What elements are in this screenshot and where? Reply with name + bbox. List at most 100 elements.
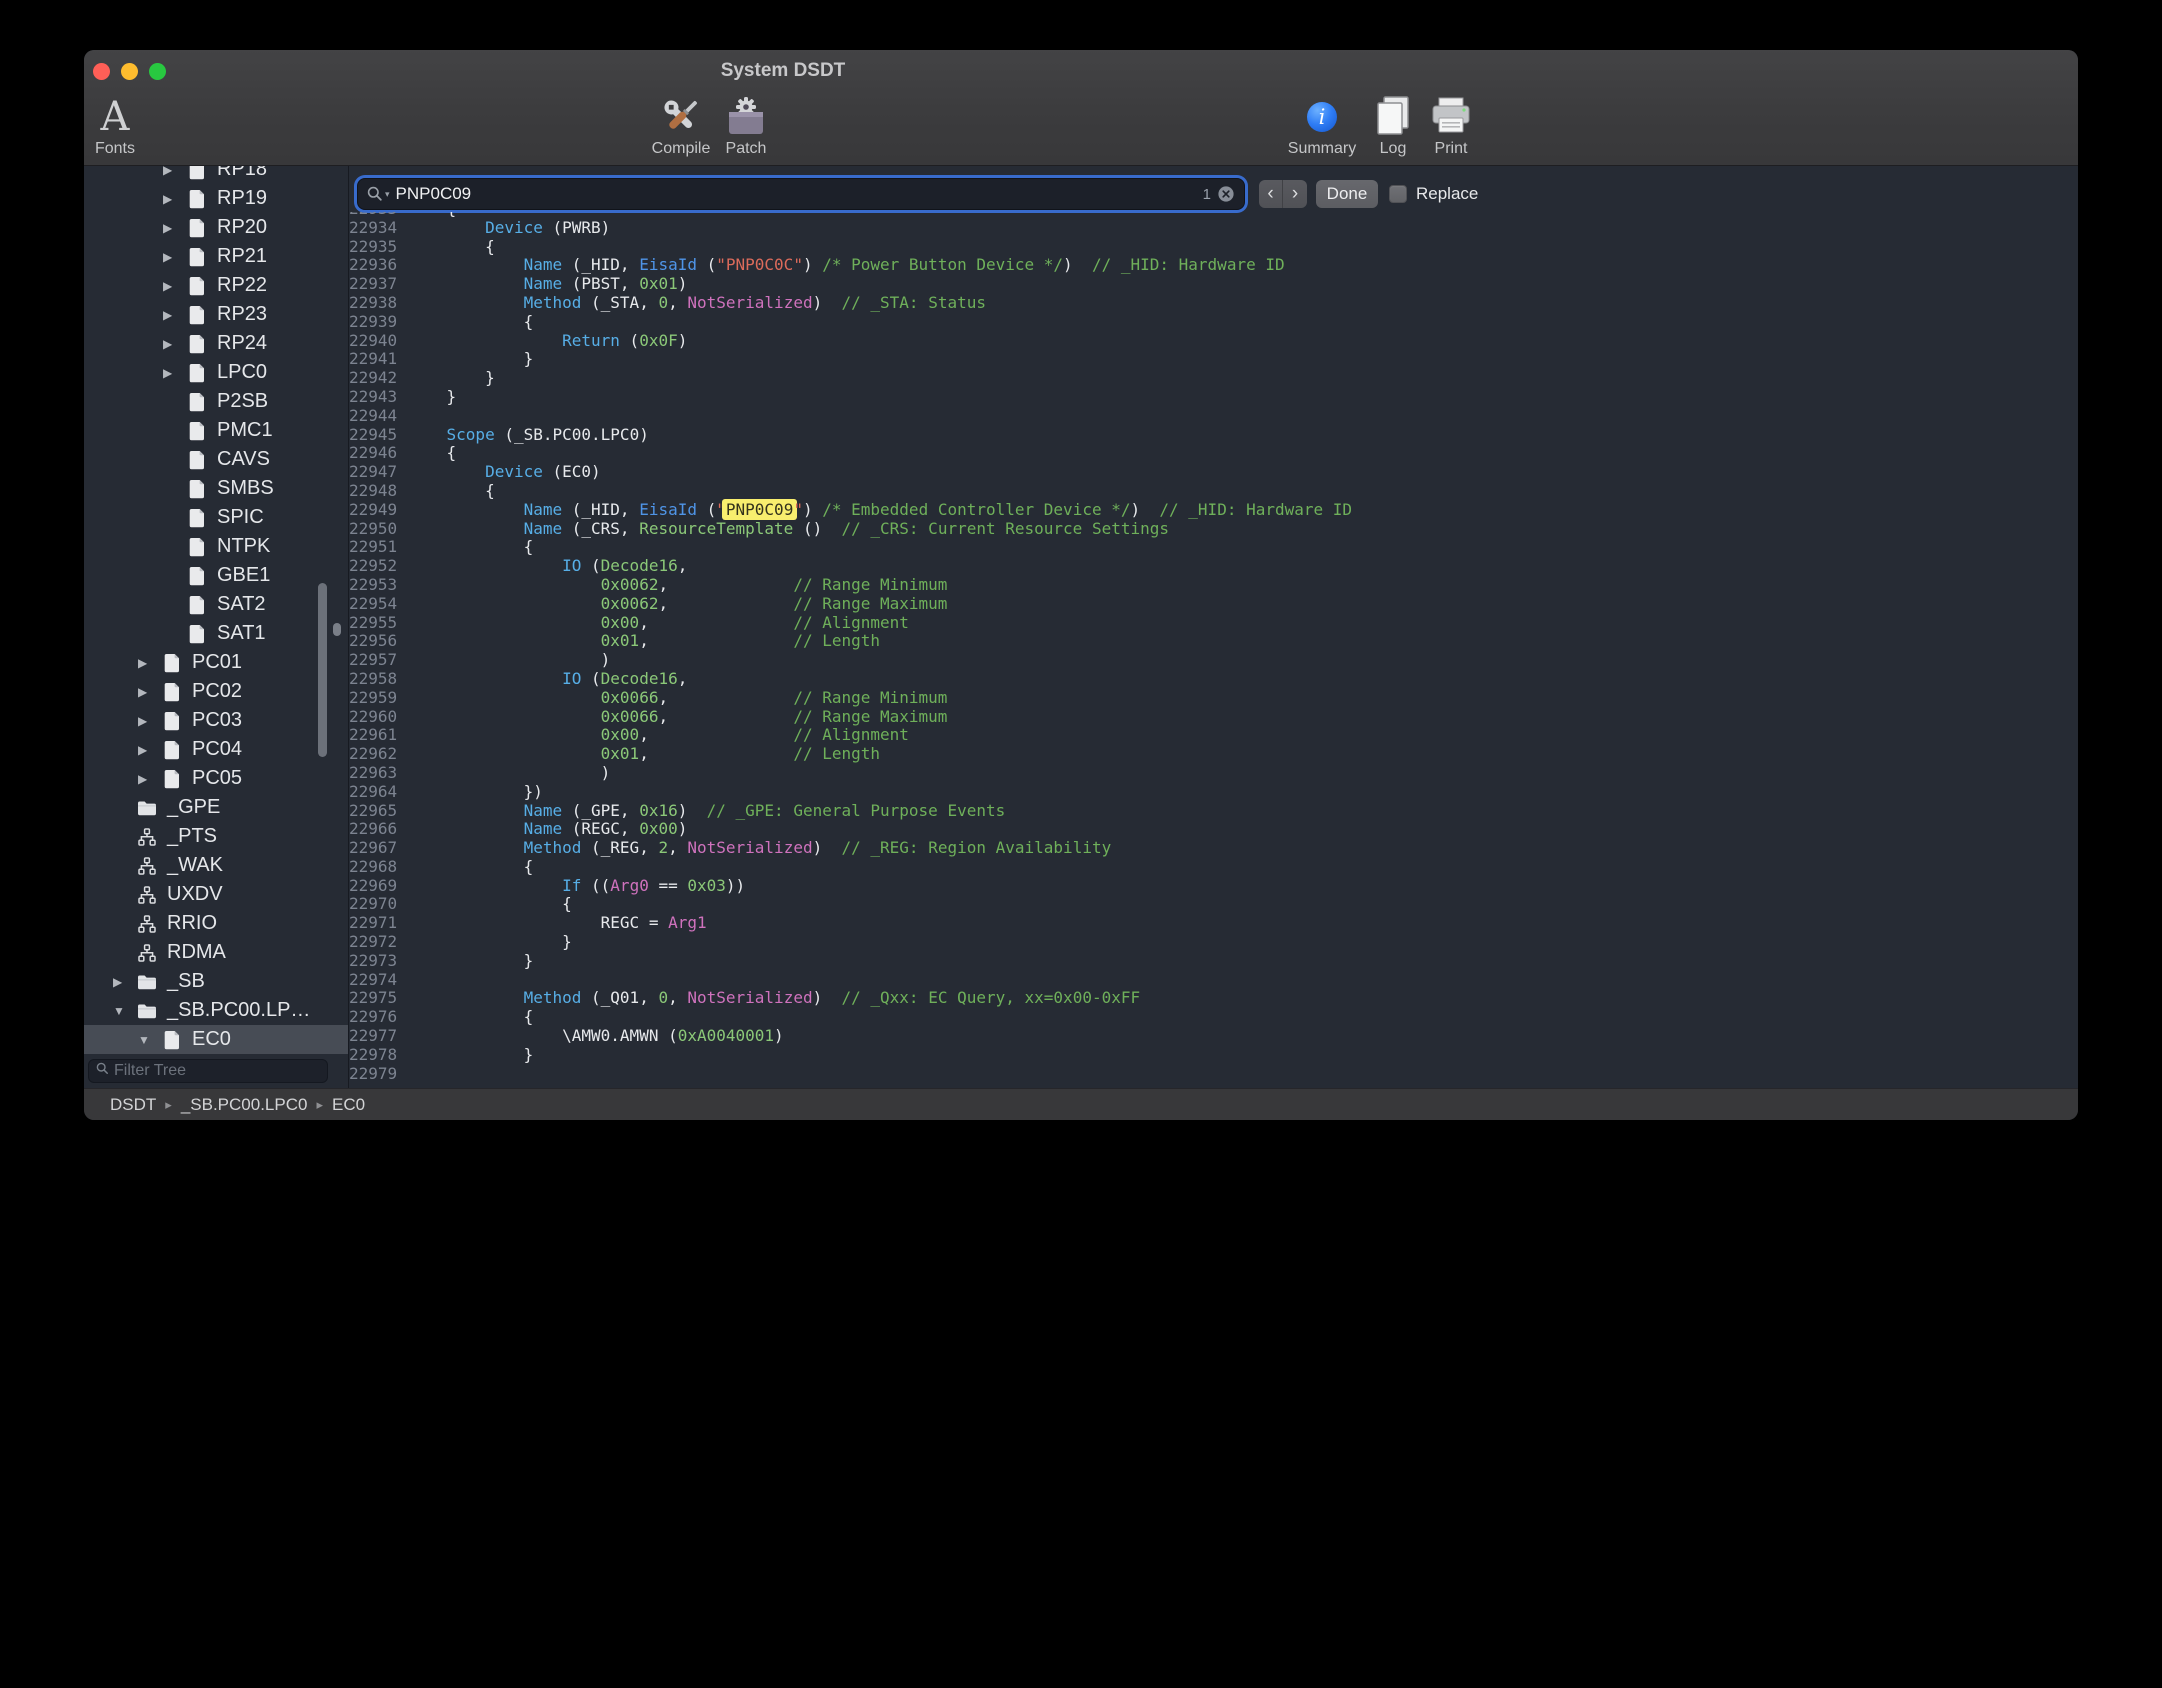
tree-item-EC0[interactable]: ▼EC0 bbox=[84, 1025, 348, 1054]
log-button[interactable]: Log bbox=[1365, 94, 1421, 158]
code-line[interactable]: 22941 } bbox=[349, 350, 2078, 369]
code-line[interactable]: 22954 0x0062, // Range Maximum bbox=[349, 595, 2078, 614]
breadcrumb-item[interactable]: EC0 bbox=[332, 1095, 365, 1115]
tree-item-SMBS[interactable]: SMBS bbox=[84, 474, 348, 503]
search-field[interactable]: ▾ 1 bbox=[358, 179, 1244, 209]
search-menu-icon[interactable]: ▾ bbox=[367, 186, 390, 202]
code-line[interactable]: 22979 bbox=[349, 1065, 2078, 1082]
code-line[interactable]: 22957 ) bbox=[349, 651, 2078, 670]
code-line[interactable]: 22958 IO (Decode16, bbox=[349, 670, 2078, 689]
tree-item-P2SB[interactable]: P2SB bbox=[84, 387, 348, 416]
tree-item-RP23[interactable]: ▶RP23 bbox=[84, 300, 348, 329]
code-line[interactable]: 22971 REGC = Arg1 bbox=[349, 914, 2078, 933]
code-line[interactable]: 22960 0x0066, // Range Maximum bbox=[349, 708, 2078, 727]
tree-item-RP18[interactable]: ▶RP18 bbox=[84, 166, 348, 184]
next-match-button[interactable]: › bbox=[1283, 180, 1307, 208]
code-line[interactable]: 22968 { bbox=[349, 858, 2078, 877]
disclosure-right-icon[interactable]: ▶ bbox=[135, 714, 157, 728]
code-line[interactable]: 22937 Name (PBST, 0x01) bbox=[349, 275, 2078, 294]
tree-item-PC05[interactable]: ▶PC05 bbox=[84, 764, 348, 793]
tree-item-PC01[interactable]: ▶PC01 bbox=[84, 648, 348, 677]
code-line[interactable]: 22946 { bbox=[349, 444, 2078, 463]
code-line[interactable]: 22947 Device (EC0) bbox=[349, 463, 2078, 482]
disclosure-down-icon[interactable]: ▼ bbox=[110, 1004, 132, 1018]
code-line[interactable]: 22934 Device (PWRB) bbox=[349, 219, 2078, 238]
disclosure-right-icon[interactable]: ▶ bbox=[135, 656, 157, 670]
tree-item-CAVS[interactable]: CAVS bbox=[84, 445, 348, 474]
replace-checkbox[interactable] bbox=[1389, 185, 1407, 203]
code-line[interactable]: 22963 ) bbox=[349, 764, 2078, 783]
tree-item-_WAK[interactable]: _WAK bbox=[84, 851, 348, 880]
disclosure-right-icon[interactable]: ▶ bbox=[160, 308, 182, 322]
disclosure-right-icon[interactable]: ▶ bbox=[160, 250, 182, 264]
disclosure-right-icon[interactable]: ▶ bbox=[160, 279, 182, 293]
splitter-handle[interactable] bbox=[333, 623, 341, 636]
tree-item-RP21[interactable]: ▶RP21 bbox=[84, 242, 348, 271]
code-line[interactable]: 22978 } bbox=[349, 1046, 2078, 1065]
code-line[interactable]: 22977 \AMW0.AMWN (0xA0040001) bbox=[349, 1027, 2078, 1046]
code-line[interactable]: 22955 0x00, // Alignment bbox=[349, 614, 2078, 633]
disclosure-right-icon[interactable]: ▶ bbox=[160, 366, 182, 380]
tree-item-_SB[interactable]: ▶_SB bbox=[84, 967, 348, 996]
filter-tree-input[interactable] bbox=[114, 1062, 320, 1080]
tree-item-PC04[interactable]: ▶PC04 bbox=[84, 735, 348, 764]
code-line[interactable]: 22961 0x00, // Alignment bbox=[349, 726, 2078, 745]
code-line[interactable]: 22974 bbox=[349, 971, 2078, 990]
code-line[interactable]: 22969 If ((Arg0 == 0x03)) bbox=[349, 877, 2078, 896]
print-button[interactable]: Print bbox=[1423, 94, 1479, 158]
tree-item-PMC1[interactable]: PMC1 bbox=[84, 416, 348, 445]
code-line[interactable]: 22951 { bbox=[349, 538, 2078, 557]
disclosure-right-icon[interactable]: ▶ bbox=[135, 743, 157, 757]
tree-item-RRIO[interactable]: RRIO bbox=[84, 909, 348, 938]
code-line[interactable]: 22949 Name (_HID, EisaId ("PNP0C09") /* … bbox=[349, 501, 2078, 520]
tree-item-NTPK[interactable]: NTPK bbox=[84, 532, 348, 561]
code-line[interactable]: 22956 0x01, // Length bbox=[349, 632, 2078, 651]
code-line[interactable]: 22938 Method (_STA, 0, NotSerialized) //… bbox=[349, 294, 2078, 313]
tree-item-PC02[interactable]: ▶PC02 bbox=[84, 677, 348, 706]
code-line[interactable]: 22948 { bbox=[349, 482, 2078, 501]
minimize-button[interactable] bbox=[121, 63, 138, 80]
tree-item-RDMA[interactable]: RDMA bbox=[84, 938, 348, 967]
patch-button[interactable]: Patch bbox=[714, 94, 778, 158]
code-line[interactable]: 22970 { bbox=[349, 895, 2078, 914]
code-line[interactable]: 22953 0x0062, // Range Minimum bbox=[349, 576, 2078, 595]
disclosure-right-icon[interactable]: ▶ bbox=[160, 337, 182, 351]
code-line[interactable]: 22940 Return (0x0F) bbox=[349, 332, 2078, 351]
tree-item-LPC0[interactable]: ▶LPC0 bbox=[84, 358, 348, 387]
code-line[interactable]: 22950 Name (_CRS, ResourceTemplate () //… bbox=[349, 520, 2078, 539]
compile-button[interactable]: Compile bbox=[649, 94, 713, 158]
disclosure-right-icon[interactable]: ▶ bbox=[135, 685, 157, 699]
code-line[interactable]: 22936 Name (_HID, EisaId ("PNP0C0C") /* … bbox=[349, 256, 2078, 275]
disclosure-right-icon[interactable]: ▶ bbox=[160, 221, 182, 235]
tree-item-RP24[interactable]: ▶RP24 bbox=[84, 329, 348, 358]
disclosure-right-icon[interactable]: ▶ bbox=[135, 772, 157, 786]
code-line[interactable]: 22959 0x0066, // Range Minimum bbox=[349, 689, 2078, 708]
code-line[interactable]: 22967 Method (_REG, 2, NotSerialized) //… bbox=[349, 839, 2078, 858]
disclosure-down-icon[interactable]: ▼ bbox=[135, 1033, 157, 1047]
tree-item-SAT1[interactable]: SAT1 bbox=[84, 619, 348, 648]
code-line[interactable]: 22939 { bbox=[349, 313, 2078, 332]
code-line[interactable]: 22944 bbox=[349, 407, 2078, 426]
tree-item-RP19[interactable]: ▶RP19 bbox=[84, 184, 348, 213]
summary-button[interactable]: i Summary bbox=[1294, 94, 1350, 158]
clear-search-button[interactable] bbox=[1217, 185, 1235, 203]
code-line[interactable]: 22945 Scope (_SB.PC00.LPC0) bbox=[349, 426, 2078, 445]
code-line[interactable]: 22973 } bbox=[349, 952, 2078, 971]
tree-item-PC03[interactable]: ▶PC03 bbox=[84, 706, 348, 735]
code-line[interactable]: 22976 { bbox=[349, 1008, 2078, 1027]
disclosure-right-icon[interactable]: ▶ bbox=[160, 166, 182, 177]
done-button[interactable]: Done bbox=[1316, 180, 1378, 208]
disclosure-right-icon[interactable]: ▶ bbox=[110, 975, 132, 989]
code-line[interactable]: 22942 } bbox=[349, 369, 2078, 388]
breadcrumb-item[interactable]: _SB.PC00.LPC0 bbox=[181, 1095, 308, 1115]
disclosure-right-icon[interactable]: ▶ bbox=[160, 192, 182, 206]
tree-item-_SB-PC00-LP-[interactable]: ▼_SB.PC00.LP… bbox=[84, 996, 348, 1025]
search-input[interactable] bbox=[396, 184, 1197, 204]
breadcrumb-item[interactable]: DSDT bbox=[110, 1095, 156, 1115]
tree-item-_GPE[interactable]: _GPE bbox=[84, 793, 348, 822]
code-line[interactable]: 22952 IO (Decode16, bbox=[349, 557, 2078, 576]
tree-item-SPIC[interactable]: SPIC bbox=[84, 503, 348, 532]
code-line[interactable]: 22935 { bbox=[349, 238, 2078, 257]
code-line[interactable]: 22966 Name (REGC, 0x00) bbox=[349, 820, 2078, 839]
code-area[interactable]: 22933 {22934 Device (PWRB)22935 {22936 N… bbox=[349, 212, 2078, 1082]
